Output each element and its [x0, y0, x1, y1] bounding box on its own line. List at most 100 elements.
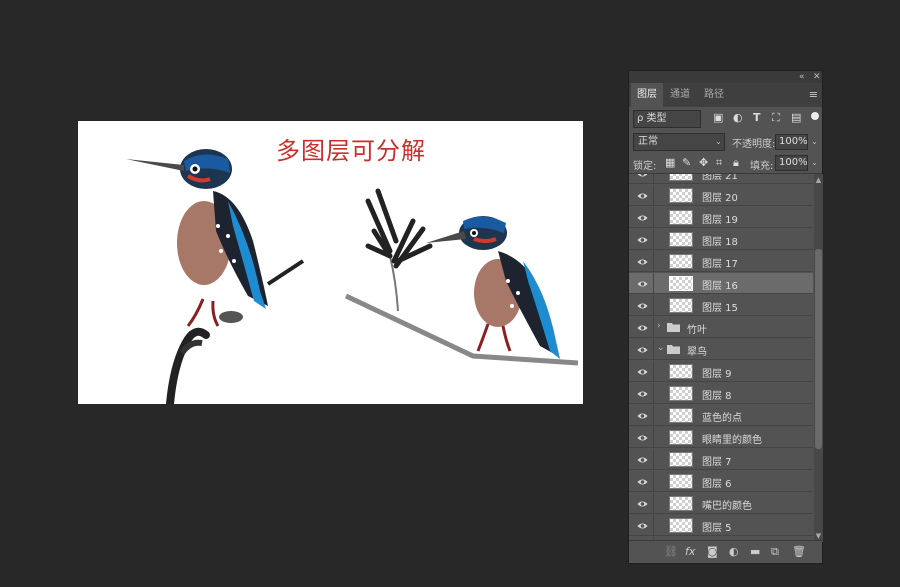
- layer-name: 眼睛里的颜色: [702, 435, 762, 446]
- scroll-up-icon[interactable]: ▲: [814, 176, 823, 184]
- chevron-down-icon[interactable]: ⌄: [713, 134, 724, 150]
- new-layer-icon[interactable]: ⧉: [771, 545, 779, 559]
- panel-menu-icon[interactable]: ≡: [809, 88, 818, 101]
- tab-paths[interactable]: 路径: [698, 83, 730, 107]
- visibility-eye-icon[interactable]: [637, 322, 648, 331]
- visibility-eye-icon[interactable]: [637, 300, 648, 309]
- opacity-input[interactable]: 100%: [775, 134, 808, 150]
- visibility-eye-icon[interactable]: [637, 256, 648, 265]
- layer-row[interactable]: 眼睛里的颜色: [629, 427, 813, 448]
- opacity-label: 不透明度:: [732, 139, 776, 150]
- visibility-eye-icon[interactable]: [637, 278, 648, 287]
- layer-thumbnail: [669, 430, 693, 445]
- row-divider: [653, 317, 654, 338]
- fx-icon[interactable]: fx: [685, 545, 695, 558]
- layer-row[interactable]: 图层 16: [629, 273, 813, 294]
- visibility-eye-icon[interactable]: [637, 410, 648, 419]
- layer-name: 嘴巴的颜色: [702, 501, 752, 512]
- lock-transparent-icon[interactable]: ▦: [665, 156, 675, 169]
- shape-filter-icon[interactable]: ⛶: [772, 111, 780, 125]
- row-divider: [653, 449, 654, 470]
- layer-thumbnail: [669, 518, 693, 533]
- panel-bottom-toolbar: ⛓ fx ◙ ◐ ▬ ⧉ 🗑︎: [629, 540, 822, 563]
- row-divider: [653, 427, 654, 448]
- lock-artboard-icon[interactable]: ⌗: [716, 156, 722, 170]
- layer-name: 图层 9: [702, 369, 732, 380]
- visibility-eye-icon[interactable]: [637, 520, 648, 529]
- layer-row[interactable]: 嘴巴的颜色: [629, 493, 813, 514]
- delete-layer-icon[interactable]: 🗑︎: [792, 545, 806, 558]
- new-group-icon[interactable]: ▬: [750, 545, 760, 558]
- layer-list-scrollbar[interactable]: ▲ ▼: [814, 174, 823, 542]
- layer-thumbnail: [669, 408, 693, 423]
- folder-icon: [667, 322, 680, 332]
- layer-row[interactable]: 图层 9: [629, 361, 813, 382]
- filter-toggle-icon[interactable]: [811, 112, 819, 120]
- visibility-eye-icon[interactable]: [637, 432, 648, 441]
- layer-row[interactable]: 图层 8: [629, 383, 813, 404]
- layer-row[interactable]: 图层 7: [629, 449, 813, 470]
- link-layers-icon[interactable]: ⛓: [664, 545, 678, 558]
- collapse-icon[interactable]: «: [799, 71, 805, 83]
- lock-position-icon[interactable]: ✥: [699, 156, 708, 169]
- layer-group-row[interactable]: ⌄ 翠鸟: [629, 339, 813, 360]
- layer-filter-select[interactable]: ρ 类型: [633, 110, 701, 128]
- visibility-eye-icon[interactable]: [637, 454, 648, 463]
- layer-row[interactable]: 图层 19: [629, 207, 813, 228]
- layer-thumbnail: [669, 188, 693, 203]
- visibility-eye-icon[interactable]: [637, 498, 648, 507]
- layer-group-row[interactable]: › 竹叶: [629, 317, 813, 338]
- smart-object-filter-icon[interactable]: ▤: [791, 111, 801, 124]
- group-name: 翠鸟: [687, 347, 707, 358]
- layer-row[interactable]: 图层 18: [629, 229, 813, 250]
- layer-thumbnail: [669, 452, 693, 467]
- fill-chevron-icon[interactable]: ⌄: [809, 155, 820, 171]
- row-divider: [653, 229, 654, 250]
- panel-title-bar[interactable]: « ✕: [629, 71, 822, 83]
- layer-row[interactable]: 图层 17: [629, 251, 813, 272]
- lock-image-icon[interactable]: ✎: [682, 156, 691, 169]
- row-divider: [653, 515, 654, 536]
- layer-thumbnail: [669, 254, 693, 269]
- text-filter-icon[interactable]: T: [753, 111, 761, 124]
- visibility-eye-icon[interactable]: [637, 212, 648, 221]
- visibility-eye-icon[interactable]: [637, 234, 648, 243]
- layer-row[interactable]: 图层 15: [629, 295, 813, 316]
- row-divider: [653, 174, 654, 184]
- tab-layers[interactable]: 图层: [631, 83, 663, 107]
- lock-all-icon[interactable]: 🔒︎: [733, 156, 739, 170]
- visibility-eye-icon[interactable]: [637, 190, 648, 199]
- visibility-eye-icon[interactable]: [637, 476, 648, 485]
- scrollbar-thumb[interactable]: [815, 249, 822, 449]
- visibility-eye-icon[interactable]: [637, 366, 648, 375]
- layers-panel: « ✕ 图层 通道 路径 ≡ ρ 类型 ▣ ◐ T ⛶ ▤ 正常 ⌄ 不透明度:…: [628, 70, 823, 564]
- visibility-eye-icon[interactable]: [637, 388, 648, 397]
- row-divider: [653, 185, 654, 206]
- layer-thumbnail: [669, 210, 693, 225]
- chevron-right-icon[interactable]: ›: [657, 321, 661, 331]
- add-mask-icon[interactable]: ◙: [707, 545, 718, 558]
- layer-name: 图层 21: [702, 174, 738, 182]
- chevron-down-icon[interactable]: ⌄: [657, 343, 665, 353]
- adjustment-filter-icon[interactable]: ◐: [733, 111, 743, 124]
- document-canvas[interactable]: 多图层可分解: [78, 121, 583, 404]
- opacity-chevron-icon[interactable]: ⌄: [809, 134, 820, 150]
- visibility-eye-icon[interactable]: [637, 174, 648, 177]
- layer-row[interactable]: 图层 6: [629, 471, 813, 492]
- row-divider: [653, 273, 654, 294]
- layer-row[interactable]: 图层 21: [629, 174, 813, 184]
- layer-row[interactable]: 图层 5: [629, 515, 813, 536]
- blend-mode-select[interactable]: 正常: [633, 133, 725, 151]
- visibility-eye-icon[interactable]: [637, 344, 648, 353]
- row-divider: [653, 405, 654, 426]
- new-adjustment-icon[interactable]: ◐: [729, 545, 739, 558]
- close-icon[interactable]: ✕: [813, 71, 821, 83]
- layer-row[interactable]: 图层 20: [629, 185, 813, 206]
- row-divider: [653, 361, 654, 382]
- image-filter-icon[interactable]: ▣: [713, 111, 723, 124]
- scroll-down-icon[interactable]: ▼: [814, 532, 823, 540]
- layer-row[interactable]: 蓝色的点: [629, 405, 813, 426]
- layer-name: 图层 15: [702, 303, 738, 314]
- tab-channels[interactable]: 通道: [664, 83, 696, 107]
- fill-input[interactable]: 100%: [775, 155, 808, 171]
